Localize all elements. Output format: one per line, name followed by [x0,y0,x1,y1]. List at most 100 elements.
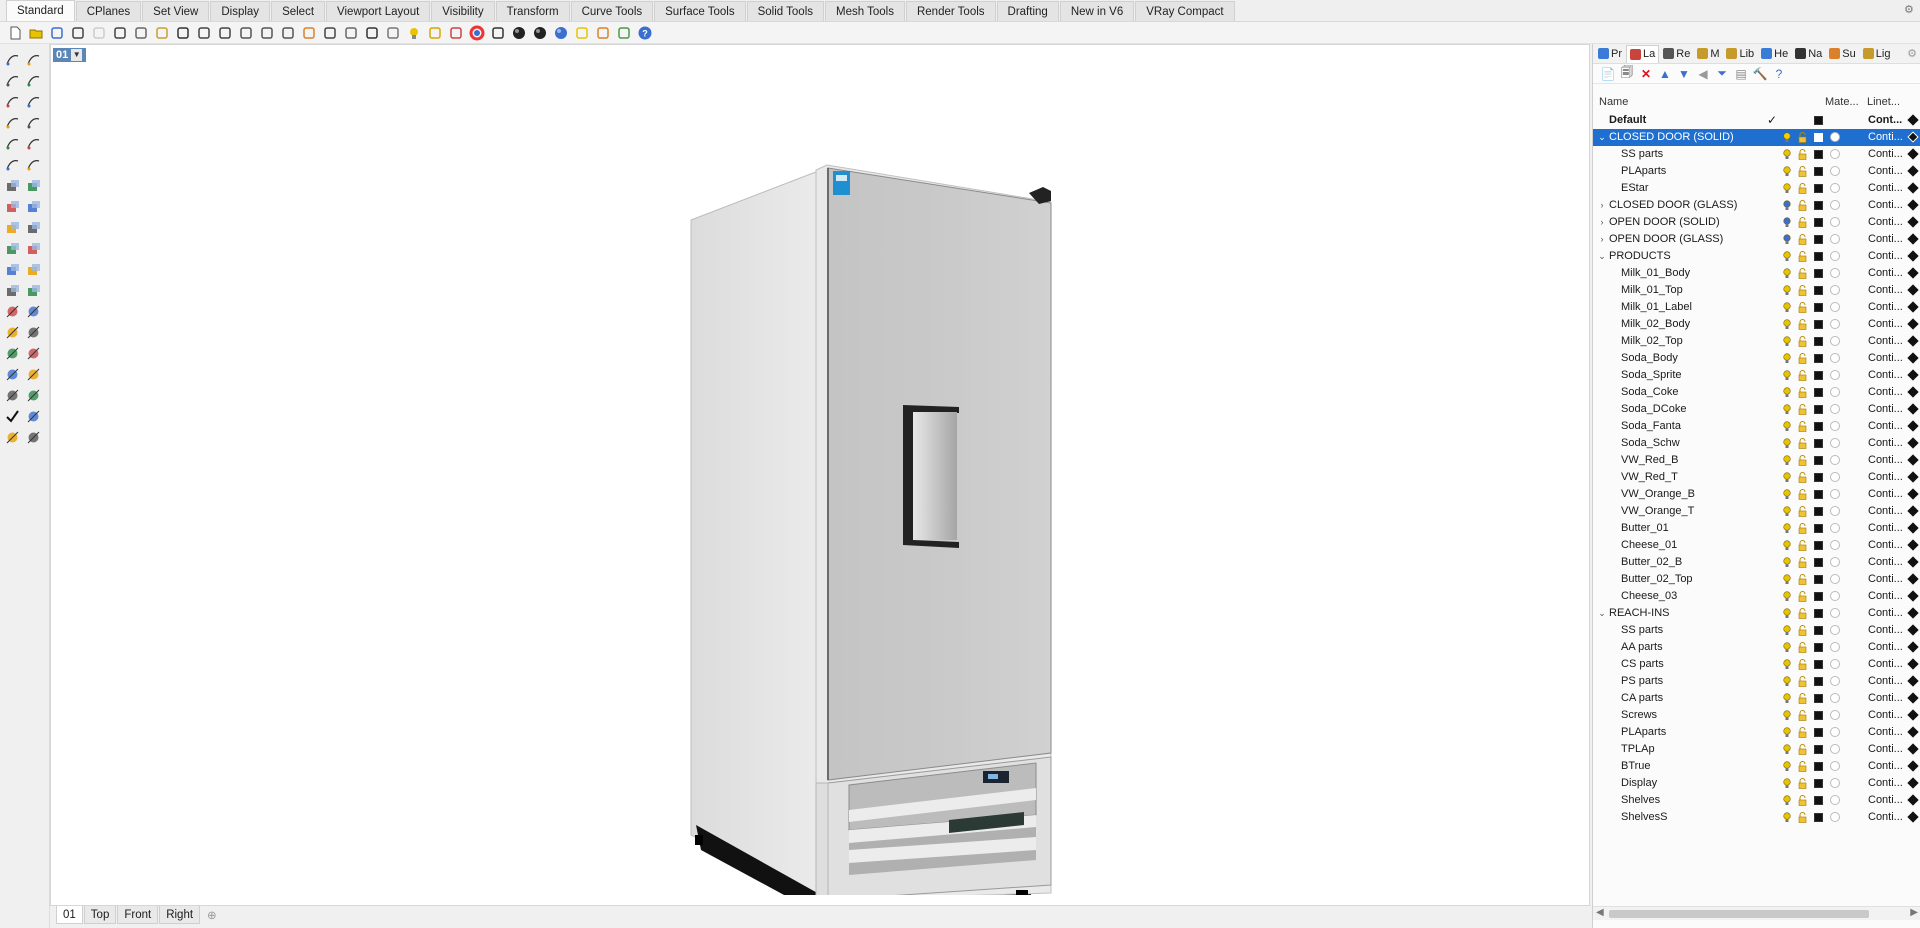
visibility-bulb-icon[interactable] [1783,795,1791,806]
layer-linetype[interactable]: Conti... [1868,129,1903,146]
layer-name[interactable]: VW_Red_T [1621,469,1678,486]
layer-row[interactable]: Default ✓ Cont... [1593,112,1920,129]
layer-color-swatch[interactable] [1814,371,1823,380]
shell-icon[interactable] [24,260,42,278]
layer-color-swatch[interactable] [1814,592,1823,601]
lock-icon[interactable] [1798,812,1807,823]
tab-visibility[interactable]: Visibility [431,1,495,21]
layer-linetype[interactable]: Conti... [1868,673,1903,690]
layer-icon2-icon[interactable] [24,407,42,425]
grid-icon[interactable] [342,24,360,42]
lock-icon[interactable] [1798,336,1807,347]
layer-row[interactable]: VW_Red_T Conti... [1593,469,1920,486]
layer-name[interactable]: OPEN DOOR (SOLID) [1609,214,1720,231]
layer-icon[interactable] [447,24,465,42]
tab-display[interactable]: Display [210,1,271,21]
visibility-bulb-icon[interactable] [1783,404,1791,415]
visibility-bulb-icon[interactable] [1783,370,1791,381]
layer-linetype[interactable]: Conti... [1868,333,1903,350]
layer-name[interactable]: PLAparts [1621,724,1666,741]
lock-icon[interactable] [426,24,444,42]
layer-color-swatch[interactable] [1814,354,1823,363]
visibility-bulb-icon[interactable] [1783,472,1791,483]
viewport-menu-chevron-icon[interactable]: ▼ [71,49,83,61]
viewport-tab-right[interactable]: Right [159,906,201,924]
layer-material-swatch[interactable] [1830,455,1840,465]
layer-name[interactable]: Soda_Schw [1621,435,1680,452]
print-width-diamond-icon[interactable] [1907,284,1919,296]
check-icon[interactable] [3,407,21,425]
scroll-left-icon[interactable]: ◀ [1596,907,1604,918]
visibility-bulb-icon[interactable] [1783,591,1791,602]
layer-material-swatch[interactable] [1830,727,1840,737]
lock-icon[interactable] [1798,132,1807,143]
layer-row[interactable]: Milk_01_Label Conti... [1593,299,1920,316]
layer-row[interactable]: Shelves Conti... [1593,792,1920,809]
visibility-bulb-icon[interactable] [1783,251,1791,262]
layer-color-swatch[interactable] [1814,677,1823,686]
filter-icon[interactable] [573,24,591,42]
layer-color-swatch[interactable] [1814,575,1823,584]
layer-name[interactable]: Milk_02_Top [1621,333,1683,350]
panel-tab-su[interactable]: Su [1826,45,1858,63]
snap-icon[interactable] [615,24,633,42]
layer-row[interactable]: PLAparts Conti... [1593,724,1920,741]
layer-name[interactable]: VW_Orange_B [1621,486,1695,503]
layer-row[interactable]: EStar Conti... [1593,180,1920,197]
layer-color-swatch[interactable] [1814,133,1823,142]
layer-linetype[interactable]: Conti... [1868,146,1903,163]
layer-linetype[interactable]: Conti... [1868,758,1903,775]
lock-icon[interactable] [1798,421,1807,432]
text-icon[interactable] [3,323,21,341]
layer-row[interactable]: Screws Conti... [1593,707,1920,724]
sweep-icon[interactable] [24,155,42,173]
layer-name[interactable]: SS parts [1621,622,1663,639]
lock-icon[interactable] [1798,217,1807,228]
layer-name[interactable]: VW_Orange_T [1621,503,1694,520]
material-icon[interactable] [489,24,507,42]
layer-row[interactable]: PS parts Conti... [1593,673,1920,690]
print-width-diamond-icon[interactable] [1907,488,1919,500]
loft-icon[interactable] [24,176,42,194]
layer-linetype[interactable]: Conti... [1868,384,1903,401]
layer-linetype[interactable]: Conti... [1868,792,1903,809]
expand-chevron-icon[interactable]: ⌄ [1597,248,1607,265]
visibility-bulb-icon[interactable] [1783,217,1791,228]
visibility-bulb-icon[interactable] [1783,336,1791,347]
layer-row[interactable]: VW_Red_B Conti... [1593,452,1920,469]
layer-row[interactable]: ShelvesS Conti... [1593,809,1920,826]
visibility-bulb-icon[interactable] [1783,353,1791,364]
layer-material-swatch[interactable] [1830,149,1840,159]
layer-row[interactable]: Soda_Fanta Conti... [1593,418,1920,435]
layer-color-swatch[interactable] [1814,235,1823,244]
arc-icon[interactable] [3,113,21,131]
layer-color-swatch[interactable] [1814,643,1823,652]
move-to-parent-icon[interactable]: ◀ [1696,67,1710,81]
layer-material-swatch[interactable] [1830,642,1840,652]
visibility-bulb-icon[interactable] [1783,132,1791,143]
lock-icon[interactable] [1798,523,1807,534]
visibility-bulb-icon[interactable] [1783,455,1791,466]
layer-material-swatch[interactable] [1830,421,1840,431]
layer-linetype[interactable]: Conti... [1868,741,1903,758]
tools-icon[interactable]: 🔨 [1753,67,1768,81]
env-sphere-icon[interactable] [531,24,549,42]
layer-color-swatch[interactable] [1814,609,1823,618]
scroll-thumb[interactable] [1609,910,1869,918]
render-icon[interactable] [3,428,21,446]
new-layer-icon[interactable]: 📄 [1601,67,1616,81]
lock-icon[interactable] [1798,302,1807,313]
layer-color-swatch[interactable] [1814,762,1823,771]
layer-name[interactable]: Soda_Sprite [1621,367,1682,384]
lock-icon[interactable] [1798,472,1807,483]
layer-material-swatch[interactable] [1830,574,1840,584]
move-down-icon[interactable]: ▼ [1677,67,1691,81]
layer-material-swatch[interactable] [1830,132,1840,142]
tab-viewport-layout[interactable]: Viewport Layout [326,1,431,21]
polyline-icon[interactable] [3,71,21,89]
layer-color-swatch[interactable] [1814,558,1823,567]
layer-color-swatch[interactable] [1814,813,1823,822]
visibility-bulb-icon[interactable] [1783,727,1791,738]
lock-icon[interactable] [1798,795,1807,806]
layer-linetype[interactable]: Conti... [1868,316,1903,333]
